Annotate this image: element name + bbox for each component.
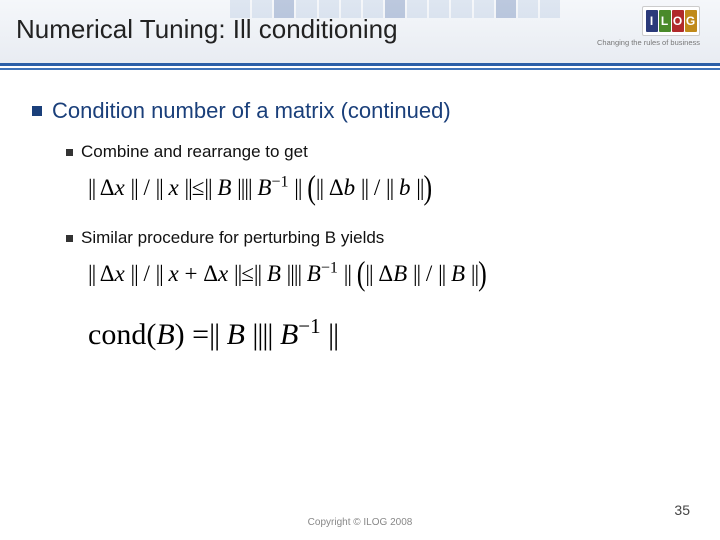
ilog-logo: I L O G — [642, 6, 700, 36]
subpoint-2-text: Similar procedure for perturbing B yield… — [81, 228, 384, 248]
section-heading-text: Condition number of a matrix (continued) — [52, 98, 451, 124]
square-bullet-icon — [32, 106, 42, 116]
page-number: 35 — [674, 502, 690, 518]
logo-letter-l: L — [659, 10, 671, 32]
subpoint-2: Similar procedure for perturbing B yield… — [66, 228, 688, 248]
subpoint-1: Combine and rearrange to get — [66, 142, 688, 162]
square-bullet-icon — [66, 235, 73, 242]
slide-title: Numerical Tuning: Ill conditioning — [16, 14, 398, 45]
logo-tagline: Changing the rules of business — [597, 38, 700, 47]
logo-area: I L O G Changing the rules of business — [597, 6, 700, 47]
slide-body: Condition number of a matrix (continued)… — [0, 70, 720, 352]
equation-3: cond(B) =|| B |||| B−1 || — [88, 314, 688, 352]
copyright-footer: Copyright © ILOG 2008 — [0, 517, 720, 528]
equation-1: || Δx || / || x ||≤|| B |||| B−1 || (|| … — [88, 172, 688, 202]
slide-header: Numerical Tuning: Ill conditioning I L O… — [0, 0, 720, 66]
logo-letter-i: I — [646, 10, 658, 32]
section-heading: Condition number of a matrix (continued) — [32, 98, 688, 124]
equation-2: || Δx || / || x + Δx ||≤|| B |||| B−1 ||… — [88, 258, 688, 288]
subpoint-1-text: Combine and rearrange to get — [81, 142, 308, 162]
square-bullet-icon — [66, 149, 73, 156]
logo-letter-g: G — [685, 10, 697, 32]
logo-letter-o: O — [672, 10, 684, 32]
